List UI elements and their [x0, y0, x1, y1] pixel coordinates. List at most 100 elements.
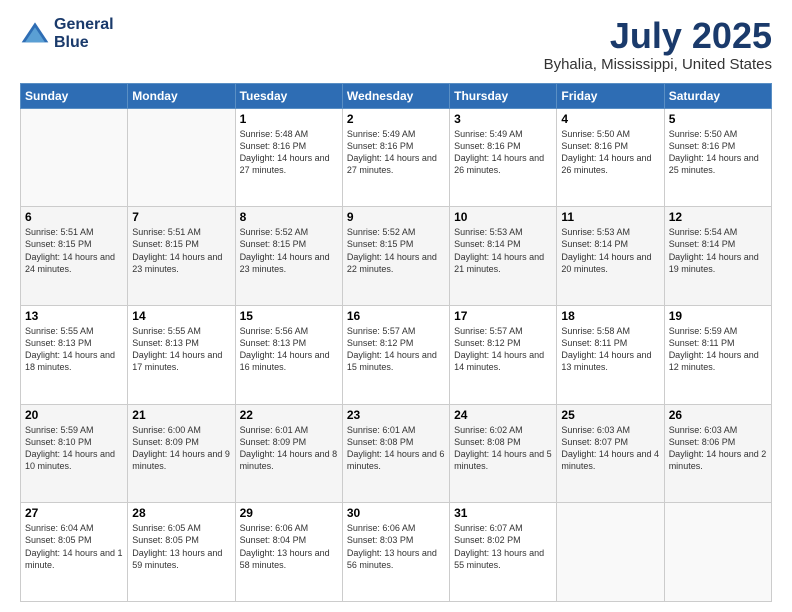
- day-number: 2: [347, 112, 445, 126]
- day-info: Sunrise: 5:52 AMSunset: 8:15 PMDaylight:…: [347, 226, 445, 275]
- day-info: Sunrise: 5:49 AMSunset: 8:16 PMDaylight:…: [347, 128, 445, 177]
- day-number: 13: [25, 309, 123, 323]
- table-cell: 3 Sunrise: 5:49 AMSunset: 8:16 PMDaylight…: [450, 108, 557, 207]
- day-number: 27: [25, 506, 123, 520]
- day-info: Sunrise: 5:57 AMSunset: 8:12 PMDaylight:…: [454, 325, 552, 374]
- day-number: 30: [347, 506, 445, 520]
- table-cell: 22Sunrise: 6:01 AMSunset: 8:09 PMDayligh…: [235, 404, 342, 503]
- day-info: Sunrise: 5:55 AMSunset: 8:13 PMDaylight:…: [25, 325, 123, 374]
- day-info: Sunrise: 5:53 AMSunset: 8:14 PMDaylight:…: [561, 226, 659, 275]
- table-cell: 28 Sunrise: 6:05 AMSunset: 8:05 PMDayligh…: [128, 503, 235, 602]
- day-number: 10: [454, 210, 552, 224]
- day-number: 14: [132, 309, 230, 323]
- table-cell: 16 Sunrise: 5:57 AMSunset: 8:12 PMDayligh…: [342, 305, 449, 404]
- day-info: Sunrise: 5:55 AMSunset: 8:13 PMDaylight:…: [132, 325, 230, 374]
- header: General Blue July 2025 Byhalia, Mississi…: [20, 16, 772, 73]
- table-cell: 6Sunrise: 5:51 AMSunset: 8:15 PMDaylight…: [21, 207, 128, 306]
- day-number: 24: [454, 408, 552, 422]
- day-number: 12: [669, 210, 767, 224]
- table-cell: 5 Sunrise: 5:50 AMSunset: 8:16 PMDaylight…: [664, 108, 771, 207]
- day-info: Sunrise: 5:54 AMSunset: 8:14 PMDaylight:…: [669, 226, 767, 275]
- day-info: Sunrise: 6:04 AMSunset: 8:05 PMDaylight:…: [25, 522, 123, 571]
- table-cell: 18 Sunrise: 5:58 AMSunset: 8:11 PMDayligh…: [557, 305, 664, 404]
- table-cell: 17Sunrise: 5:57 AMSunset: 8:12 PMDayligh…: [450, 305, 557, 404]
- day-number: 15: [240, 309, 338, 323]
- logo: General Blue: [20, 16, 114, 51]
- day-number: 4: [561, 112, 659, 126]
- day-info: Sunrise: 6:05 AMSunset: 8:05 PMDaylight:…: [132, 522, 230, 571]
- calendar-header-row: Sunday Monday Tuesday Wednesday Thursday…: [21, 83, 772, 108]
- logo-text: General Blue: [54, 16, 114, 51]
- day-info: Sunrise: 6:03 AMSunset: 8:07 PMDaylight:…: [561, 424, 659, 473]
- table-cell: 7Sunrise: 5:51 AMSunset: 8:15 PMDaylight…: [128, 207, 235, 306]
- day-number: 29: [240, 506, 338, 520]
- table-cell: [128, 108, 235, 207]
- day-number: 8: [240, 210, 338, 224]
- table-cell: 27 Sunrise: 6:04 AMSunset: 8:05 PMDayligh…: [21, 503, 128, 602]
- day-number: 5: [669, 112, 767, 126]
- calendar-row: 27 Sunrise: 6:04 AMSunset: 8:05 PMDayligh…: [21, 503, 772, 602]
- calendar-row: 13 Sunrise: 5:55 AMSunset: 8:13 PMDayligh…: [21, 305, 772, 404]
- day-number: 20: [25, 408, 123, 422]
- day-number: 25: [561, 408, 659, 422]
- day-number: 3: [454, 112, 552, 126]
- day-info: Sunrise: 6:06 AMSunset: 8:04 PMDaylight:…: [240, 522, 338, 571]
- table-cell: 24Sunrise: 6:02 AMSunset: 8:08 PMDayligh…: [450, 404, 557, 503]
- table-cell: 2 Sunrise: 5:49 AMSunset: 8:16 PMDaylight…: [342, 108, 449, 207]
- day-number: 7: [132, 210, 230, 224]
- table-cell: 4Sunrise: 5:50 AMSunset: 8:16 PMDaylight…: [557, 108, 664, 207]
- col-wednesday: Wednesday: [342, 83, 449, 108]
- col-friday: Friday: [557, 83, 664, 108]
- table-cell: 26 Sunrise: 6:03 AMSunset: 8:06 PMDayligh…: [664, 404, 771, 503]
- day-info: Sunrise: 5:53 AMSunset: 8:14 PMDaylight:…: [454, 226, 552, 275]
- table-cell: 1 Sunrise: 5:48 AMSunset: 8:16 PMDaylight…: [235, 108, 342, 207]
- day-number: 11: [561, 210, 659, 224]
- table-cell: 30 Sunrise: 6:06 AMSunset: 8:03 PMDayligh…: [342, 503, 449, 602]
- table-cell: 25 Sunrise: 6:03 AMSunset: 8:07 PMDayligh…: [557, 404, 664, 503]
- table-cell: 23 Sunrise: 6:01 AMSunset: 8:08 PMDayligh…: [342, 404, 449, 503]
- table-cell: 20 Sunrise: 5:59 AMSunset: 8:10 PMDayligh…: [21, 404, 128, 503]
- day-number: 6: [25, 210, 123, 224]
- day-info: Sunrise: 5:49 AMSunset: 8:16 PMDaylight:…: [454, 128, 552, 177]
- day-number: 26: [669, 408, 767, 422]
- day-number: 19: [669, 309, 767, 323]
- logo-line1: General: [54, 16, 114, 34]
- day-info: Sunrise: 6:01 AMSunset: 8:08 PMDaylight:…: [347, 424, 445, 473]
- col-monday: Monday: [128, 83, 235, 108]
- page: General Blue July 2025 Byhalia, Mississi…: [0, 0, 792, 612]
- day-number: 9: [347, 210, 445, 224]
- col-tuesday: Tuesday: [235, 83, 342, 108]
- day-number: 18: [561, 309, 659, 323]
- day-number: 31: [454, 506, 552, 520]
- day-info: Sunrise: 6:01 AMSunset: 8:09 PMDaylight:…: [240, 424, 338, 473]
- day-number: 28: [132, 506, 230, 520]
- month-title: July 2025: [544, 16, 772, 56]
- table-cell: [21, 108, 128, 207]
- day-info: Sunrise: 5:50 AMSunset: 8:16 PMDaylight:…: [669, 128, 767, 177]
- day-info: Sunrise: 5:59 AMSunset: 8:10 PMDaylight:…: [25, 424, 123, 473]
- table-cell: 14 Sunrise: 5:55 AMSunset: 8:13 PMDayligh…: [128, 305, 235, 404]
- table-cell: [557, 503, 664, 602]
- day-number: 21: [132, 408, 230, 422]
- table-cell: 9 Sunrise: 5:52 AMSunset: 8:15 PMDaylight…: [342, 207, 449, 306]
- col-thursday: Thursday: [450, 83, 557, 108]
- location-title: Byhalia, Mississippi, United States: [544, 56, 772, 73]
- day-info: Sunrise: 5:57 AMSunset: 8:12 PMDaylight:…: [347, 325, 445, 374]
- day-info: Sunrise: 5:56 AMSunset: 8:13 PMDaylight:…: [240, 325, 338, 374]
- day-info: Sunrise: 6:00 AMSunset: 8:09 PMDaylight:…: [132, 424, 230, 473]
- calendar-row: 6Sunrise: 5:51 AMSunset: 8:15 PMDaylight…: [21, 207, 772, 306]
- day-number: 23: [347, 408, 445, 422]
- day-number: 1: [240, 112, 338, 126]
- day-number: 16: [347, 309, 445, 323]
- table-cell: 13 Sunrise: 5:55 AMSunset: 8:13 PMDayligh…: [21, 305, 128, 404]
- table-cell: 12 Sunrise: 5:54 AMSunset: 8:14 PMDayligh…: [664, 207, 771, 306]
- table-cell: 8 Sunrise: 5:52 AMSunset: 8:15 PMDaylight…: [235, 207, 342, 306]
- col-saturday: Saturday: [664, 83, 771, 108]
- calendar-row: 1 Sunrise: 5:48 AMSunset: 8:16 PMDaylight…: [21, 108, 772, 207]
- col-sunday: Sunday: [21, 83, 128, 108]
- day-info: Sunrise: 5:48 AMSunset: 8:16 PMDaylight:…: [240, 128, 338, 177]
- day-info: Sunrise: 6:06 AMSunset: 8:03 PMDaylight:…: [347, 522, 445, 571]
- day-info: Sunrise: 5:58 AMSunset: 8:11 PMDaylight:…: [561, 325, 659, 374]
- day-info: Sunrise: 6:03 AMSunset: 8:06 PMDaylight:…: [669, 424, 767, 473]
- day-info: Sunrise: 5:52 AMSunset: 8:15 PMDaylight:…: [240, 226, 338, 275]
